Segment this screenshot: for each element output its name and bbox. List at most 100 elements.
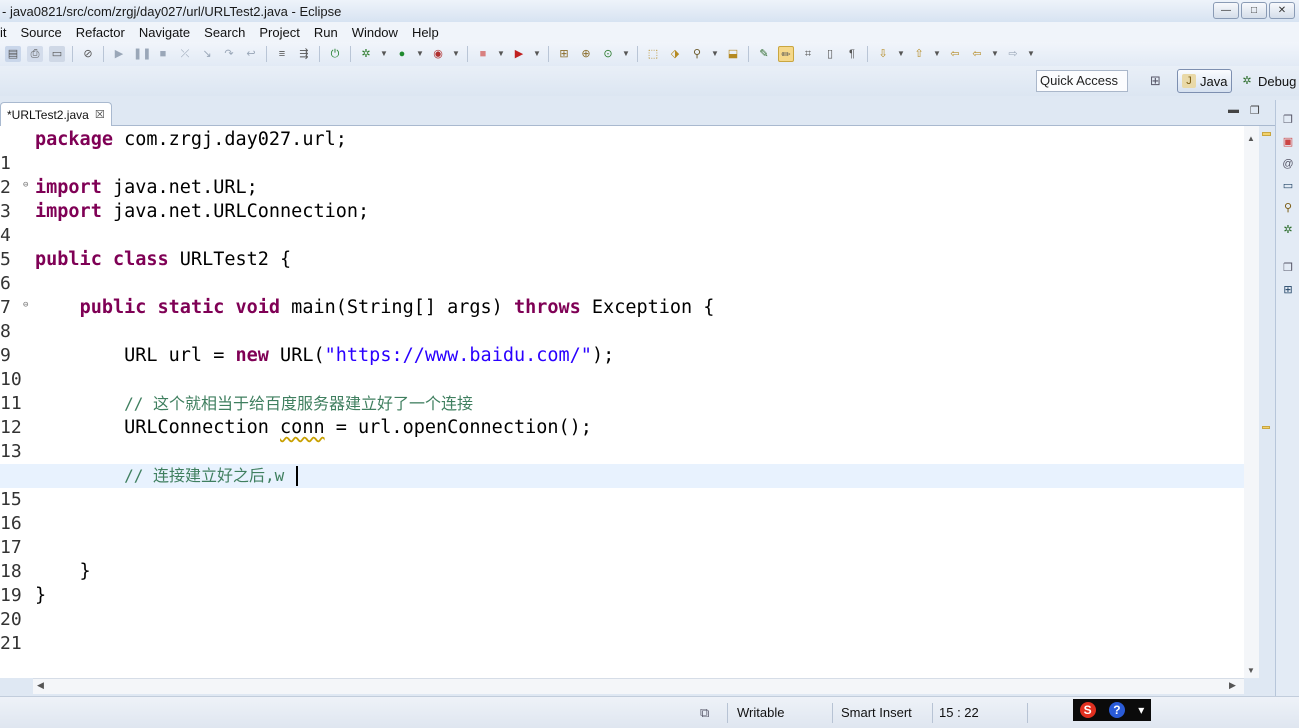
scroll-left-icon[interactable]: ◀ bbox=[37, 680, 44, 691]
code-line: 17 bbox=[0, 512, 1244, 558]
last-edit-location-icon[interactable]: ⇦ bbox=[947, 46, 963, 62]
block-selection-icon[interactable]: ⌗ bbox=[800, 46, 816, 62]
javadoc-icon[interactable]: @ bbox=[1280, 156, 1296, 172]
tray-menu-icon[interactable]: ▾ bbox=[1138, 703, 1144, 717]
open-perspective-icon[interactable]: ⊞ bbox=[1150, 73, 1161, 89]
step-return-icon[interactable]: ↩ bbox=[243, 46, 259, 62]
overview-ruler-marker[interactable] bbox=[1262, 132, 1271, 136]
dropdown-arrow-icon[interactable]: ▼ bbox=[622, 46, 630, 62]
new-package-icon[interactable]: ⊕ bbox=[578, 46, 594, 62]
dropdown-arrow-icon[interactable]: ▼ bbox=[497, 46, 505, 62]
fold-collapse-icon[interactable]: ⊖ bbox=[23, 176, 28, 194]
dropdown-arrow-icon[interactable]: ▼ bbox=[1027, 46, 1035, 62]
menu-edit[interactable]: it bbox=[0, 25, 15, 40]
run-icon[interactable]: ● bbox=[394, 46, 410, 62]
help-icon[interactable]: ? bbox=[1108, 702, 1125, 718]
save-all-icon[interactable]: ▤ bbox=[5, 46, 21, 62]
menu-run[interactable]: Run bbox=[314, 25, 346, 40]
open-task-icon[interactable]: ⬗ bbox=[667, 46, 683, 62]
vertical-scrollbar[interactable]: ▲ ▼ bbox=[1244, 126, 1259, 678]
dropdown-arrow-icon[interactable]: ▼ bbox=[897, 46, 905, 62]
menu-project[interactable]: Project bbox=[259, 25, 307, 40]
code-line: 1 package com.zrgj.day027.url; bbox=[0, 128, 1244, 174]
toggle-mark-occurrences-icon[interactable]: ✎ bbox=[756, 46, 772, 62]
restore-icon[interactable]: ❐ bbox=[1280, 260, 1296, 276]
new-java-project-icon[interactable]: ⊞ bbox=[556, 46, 572, 62]
use-step-filters-icon[interactable]: ⇶ bbox=[296, 46, 312, 62]
previous-annotation-icon[interactable]: ⇧ bbox=[911, 46, 927, 62]
console-icon[interactable]: ▭ bbox=[49, 46, 65, 62]
menu-source[interactable]: Source bbox=[21, 25, 70, 40]
dropdown-arrow-icon[interactable]: ▼ bbox=[991, 46, 999, 62]
close-button[interactable]: ✕ bbox=[1269, 2, 1295, 19]
menu-window[interactable]: Window bbox=[352, 25, 406, 40]
java-perspective-button[interactable]: J Java bbox=[1177, 69, 1233, 93]
minimize-editor-icon[interactable]: ▬ bbox=[1228, 104, 1239, 116]
toggle-highlight-icon[interactable]: ✏ bbox=[778, 46, 794, 62]
scroll-up-icon[interactable]: ▲ bbox=[1247, 134, 1255, 143]
show-whitespace-icon[interactable]: ▯ bbox=[822, 46, 838, 62]
drop-to-frame-icon[interactable]: ≡ bbox=[274, 46, 290, 62]
paragraph-icon[interactable]: ¶ bbox=[844, 46, 860, 62]
sogou-input-icon[interactable]: S bbox=[1079, 702, 1096, 718]
maximize-button[interactable]: □ bbox=[1241, 2, 1267, 19]
skip-breakpoints-icon[interactable]: ⊘ bbox=[80, 46, 96, 62]
print-icon[interactable]: ⎙ bbox=[27, 46, 43, 62]
horizontal-scrollbar[interactable]: ◀ ▶ bbox=[33, 678, 1244, 694]
new-class-icon[interactable]: ⊙ bbox=[600, 46, 616, 62]
dropdown-arrow-icon[interactable]: ▼ bbox=[416, 46, 424, 62]
right-trim-stack: ❐ ▣ @ ▭ ⚲ ✲ ❐ ⊞ bbox=[1275, 100, 1299, 696]
code-line: 13 URLConnection conn = url.openConnecti… bbox=[0, 416, 1244, 462]
code-editor[interactable]: 1 package com.zrgj.day027.url; 2 3 ⊖ imp… bbox=[0, 126, 1259, 678]
external-tools-icon[interactable]: ⏻ bbox=[327, 46, 343, 62]
scroll-right-icon[interactable]: ▶ bbox=[1229, 680, 1236, 691]
debug-perspective-button[interactable]: ✲ Debug bbox=[1236, 69, 1299, 93]
package-explorer-icon[interactable]: ▣ bbox=[1280, 134, 1296, 150]
restore-icon[interactable]: ❐ bbox=[1280, 112, 1296, 128]
search-icon[interactable]: ⚲ bbox=[689, 46, 705, 62]
dropdown-arrow-icon[interactable]: ▼ bbox=[933, 46, 941, 62]
dropdown-arrow-icon[interactable]: ▼ bbox=[380, 46, 388, 62]
menu-search[interactable]: Search bbox=[204, 25, 253, 40]
quick-access-field[interactable]: Quick Access bbox=[1036, 70, 1128, 92]
suspend-icon[interactable]: ❚❚ bbox=[133, 46, 151, 62]
dropdown-arrow-icon[interactable]: ▼ bbox=[452, 46, 460, 62]
menu-navigate[interactable]: Navigate bbox=[139, 25, 198, 40]
open-type-icon[interactable]: ⬚ bbox=[645, 46, 661, 62]
window-title: - java0821/src/com/zrgj/day027/url/URLTe… bbox=[2, 3, 342, 19]
minimize-button[interactable]: — bbox=[1213, 2, 1239, 19]
back-icon[interactable]: ⇦ bbox=[969, 46, 985, 62]
next-annotation-icon[interactable]: ⇩ bbox=[875, 46, 891, 62]
overview-ruler-marker[interactable] bbox=[1262, 426, 1270, 429]
coverage-icon[interactable]: ◉ bbox=[430, 46, 446, 62]
keyword: import bbox=[35, 201, 102, 222]
fold-collapse-icon[interactable]: ⊖ bbox=[23, 296, 28, 314]
menu-refactor[interactable]: Refactor bbox=[76, 25, 133, 40]
resume-icon[interactable]: ▶ bbox=[111, 46, 127, 62]
editor-tab-strip: *URLTest2.java ☒ bbox=[0, 100, 1275, 126]
maximize-editor-icon[interactable]: ❐ bbox=[1250, 104, 1260, 117]
stop-icon[interactable]: ■ bbox=[475, 46, 491, 62]
search-view-icon[interactable]: ⚲ bbox=[1280, 200, 1296, 216]
dropdown-arrow-icon[interactable]: ▼ bbox=[533, 46, 541, 62]
close-icon[interactable]: ☒ bbox=[95, 108, 105, 121]
dropdown-arrow-icon[interactable]: ▼ bbox=[711, 46, 719, 62]
code-line: 21 bbox=[0, 608, 1244, 654]
disconnect-icon[interactable]: ⤫ bbox=[177, 46, 193, 62]
tab-urltest2[interactable]: *URLTest2.java ☒ bbox=[0, 102, 112, 126]
scroll-down-icon[interactable]: ▼ bbox=[1247, 666, 1255, 675]
debug-view-icon[interactable]: ✲ bbox=[1280, 222, 1296, 238]
outline-view-icon[interactable]: ⊞ bbox=[1280, 282, 1296, 298]
open-folder-icon[interactable]: ⬓ bbox=[725, 46, 741, 62]
terminate-icon[interactable]: ■ bbox=[155, 46, 171, 62]
step-over-icon[interactable]: ↷ bbox=[221, 46, 237, 62]
step-into-icon[interactable]: ↘ bbox=[199, 46, 215, 62]
debug-icon[interactable]: ✲ bbox=[358, 46, 374, 62]
run-last-tool-icon[interactable]: ▶ bbox=[511, 46, 527, 62]
menu-help[interactable]: Help bbox=[412, 25, 447, 40]
status-bar: ⧉ Writable Smart Insert 15 : 22 S ? ▾ bbox=[0, 696, 1299, 728]
cursor-position: 15 : 22 bbox=[939, 705, 979, 720]
forward-icon[interactable]: ⇨ bbox=[1005, 46, 1021, 62]
console-view-icon[interactable]: ▭ bbox=[1280, 178, 1296, 194]
